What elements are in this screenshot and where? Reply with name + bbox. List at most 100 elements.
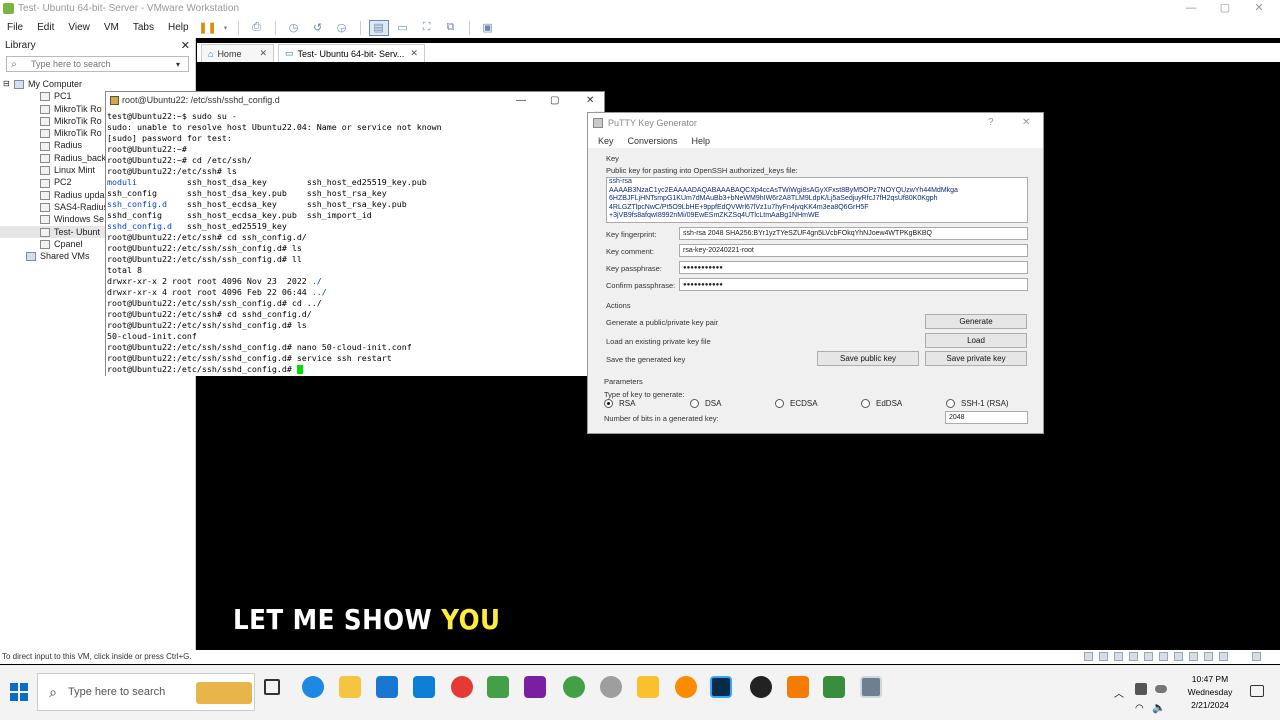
terminal-close-button[interactable]: ✕ — [586, 92, 594, 109]
wifi-tray-icon[interactable]: ◠ — [1135, 703, 1144, 714]
puttygen-title-bar[interactable]: PuTTY Key Generator ? ✕ — [588, 113, 1043, 133]
maximize-button[interactable]: ▢ — [1208, 0, 1242, 17]
puttygen-menu-conversions[interactable]: Conversions — [628, 136, 678, 146]
sound-icon[interactable] — [1159, 652, 1168, 661]
collapse-icon[interactable]: ⊟ — [3, 78, 10, 90]
winbox-icon[interactable] — [487, 676, 509, 698]
library-close-icon[interactable]: ✕ — [181, 38, 190, 54]
public-key-textarea[interactable]: ssh-rsa AAAAB3NzaC1yc2EAAAADAQABAAABAQCX… — [606, 177, 1028, 223]
vmware-icon[interactable] — [860, 676, 882, 698]
chrome-icon[interactable] — [451, 676, 473, 698]
close-icon[interactable]: ✕ — [410, 48, 418, 59]
unity-icon[interactable]: ⧉ — [441, 20, 461, 36]
generate-button[interactable]: Generate — [925, 314, 1027, 329]
dropdown-icon[interactable]: ▾ — [222, 20, 230, 36]
sticky-notes-icon[interactable] — [637, 676, 659, 698]
console-view-icon[interactable]: ▣ — [478, 20, 498, 36]
tree-my-computer[interactable]: ⊟ My Computer — [0, 78, 195, 90]
radio-ecdsa[interactable]: ECDSA — [775, 399, 818, 408]
printer-icon[interactable] — [1174, 652, 1183, 661]
radio-ssh1-rsa[interactable]: SSH-1 (RSA) — [946, 399, 1009, 408]
menu-vm[interactable]: VM — [97, 22, 126, 33]
tab-vm[interactable]: ▭ Test- Ubuntu 64-bit- Serv... ✕ — [278, 44, 425, 62]
network-adapter-icon[interactable] — [1129, 652, 1138, 661]
tab-label: Test- Ubuntu 64-bit- Serv... — [297, 48, 405, 59]
terminal-maximize-button[interactable]: ▢ — [550, 92, 559, 109]
fullscreen-icon[interactable]: ⛶ — [417, 20, 437, 36]
puttygen-help-button[interactable]: ? — [988, 113, 994, 133]
store-icon[interactable] — [376, 676, 398, 698]
caption-text: LET ME SHOW — [233, 603, 442, 636]
obs-icon[interactable] — [750, 676, 772, 698]
puttygen-close-button[interactable]: ✕ — [1022, 113, 1030, 133]
comment-field[interactable]: rsa-key-20240221-root — [679, 244, 1028, 257]
terminal-output[interactable]: test@Ubuntu22:~$ sudo su - sudo: unable … — [106, 111, 596, 376]
puttygen-window[interactable]: PuTTY Key Generator ? ✕ Key Conversions … — [587, 112, 1044, 434]
taskbar-search-box[interactable]: ⌕ Type here to search — [37, 673, 255, 711]
confirm-passphrase-field[interactable]: ●●●●●●●●●●● — [679, 278, 1028, 291]
radio-indicator — [946, 399, 955, 408]
radio-rsa[interactable]: RSA — [604, 399, 635, 408]
minimize-button[interactable]: — — [1174, 0, 1208, 17]
save-public-key-button[interactable]: Save public key — [817, 351, 919, 366]
volume-icon[interactable]: 🔈 — [1152, 701, 1166, 714]
terminal-title-bar[interactable]: root@Ubuntu22: /etc/ssh/sshd_config.d — … — [106, 92, 604, 109]
vlc-icon[interactable] — [787, 676, 809, 698]
network-tool-icon[interactable] — [600, 676, 622, 698]
close-button[interactable]: ✕ — [1242, 0, 1276, 17]
public-key-line: ssh-rsa — [609, 178, 632, 185]
display-icon[interactable] — [1189, 652, 1198, 661]
menu-view[interactable]: View — [61, 22, 97, 33]
revert-snapshot-icon[interactable]: ↺ — [308, 20, 328, 36]
windows-start-button[interactable] — [10, 683, 28, 701]
pause-icon[interactable]: ❚❚ — [198, 20, 218, 36]
show-hidden-icons[interactable]: ︿ — [1114, 685, 1124, 700]
cd-icon[interactable] — [1099, 652, 1108, 661]
library-search-input[interactable]: ⌕ Type here to search ▾ — [6, 56, 189, 72]
puttygen-menu-help[interactable]: Help — [692, 136, 711, 146]
usb-icon[interactable] — [1219, 652, 1228, 661]
radio-dsa[interactable]: DSA — [690, 399, 721, 408]
taskbar-clock[interactable]: 10:47 PM Wednesday 2/21/2024 — [1180, 673, 1240, 712]
mail-icon[interactable] — [413, 676, 435, 698]
close-icon[interactable]: ✕ — [259, 48, 267, 59]
menu-tabs[interactable]: Tabs — [126, 22, 161, 33]
chevron-down-icon[interactable]: ▾ — [176, 60, 188, 69]
hdd-icon[interactable] — [1084, 652, 1093, 661]
putty-terminal-window[interactable]: root@Ubuntu22: /etc/ssh/sshd_config.d — … — [105, 91, 605, 376]
network-adapter-icon[interactable] — [1114, 652, 1123, 661]
radio-eddsa[interactable]: EdDSA — [861, 399, 902, 408]
chrome-icon[interactable] — [563, 676, 585, 698]
messages-icon[interactable] — [1252, 652, 1261, 661]
file-explorer-icon[interactable] — [339, 676, 361, 698]
puttygen-menu-key[interactable]: Key — [598, 136, 614, 146]
fingerprint-field[interactable]: ssh-rsa 2048 SHA256:BYr1yzTYeSZUF4gn5LVc… — [679, 227, 1028, 240]
task-view-icon[interactable] — [264, 679, 280, 695]
menu-help[interactable]: Help — [161, 22, 196, 33]
send-keys-icon[interactable]: ⎙ — [247, 20, 267, 36]
usb-icon[interactable] — [1144, 652, 1153, 661]
edge-icon[interactable] — [302, 676, 324, 698]
chrome-icon[interactable] — [675, 676, 697, 698]
terminal-minimize-button[interactable]: — — [516, 92, 526, 109]
save-private-key-button[interactable]: Save private key — [925, 351, 1027, 366]
radio-label: DSA — [705, 399, 722, 408]
menu-edit[interactable]: Edit — [30, 22, 61, 33]
radio-indicator — [604, 399, 613, 408]
menu-file[interactable]: File — [0, 22, 30, 33]
usb-icon[interactable] — [1204, 652, 1213, 661]
snapshot-manager-icon[interactable]: ◶ — [332, 20, 352, 36]
bits-field[interactable]: 2048 — [945, 411, 1028, 424]
tab-home[interactable]: ⌂ Home ✕ — [201, 44, 274, 62]
onenote-icon[interactable] — [524, 676, 546, 698]
snapshot-icon[interactable]: ◷ — [284, 20, 304, 36]
passphrase-field[interactable]: ●●●●●●●●●●● — [679, 261, 1028, 274]
load-button[interactable]: Load — [925, 333, 1027, 348]
photoshop-icon[interactable] — [710, 676, 732, 698]
network-tray-icon[interactable] — [1135, 683, 1147, 695]
cloud-tray-icon[interactable] — [1155, 685, 1167, 693]
thumbnail-icon[interactable]: ▭ — [393, 20, 413, 36]
winbox-icon[interactable] — [823, 676, 845, 698]
library-toggle-icon[interactable]: ▤ — [368, 19, 389, 36]
notification-icon[interactable] — [1250, 685, 1264, 697]
